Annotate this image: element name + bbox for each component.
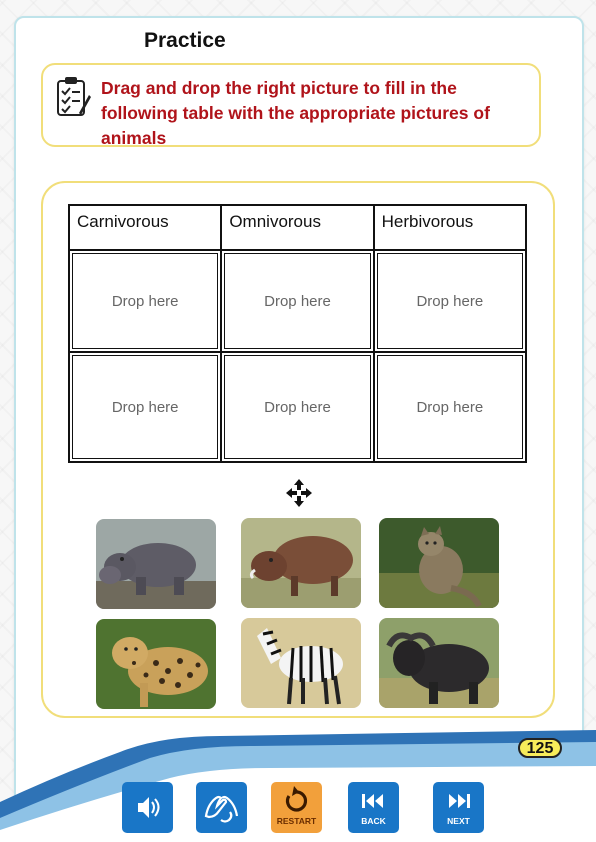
header-herbivorous: Herbivorous <box>372 204 528 251</box>
drop-zone-omnivorous-2[interactable]: Drop here <box>220 351 375 463</box>
leopard-image <box>96 619 216 709</box>
restart-icon <box>285 786 308 812</box>
drop-zone-herbivorous-2[interactable]: Drop here <box>372 351 528 463</box>
header-omnivorous: Omnivorous <box>220 204 375 251</box>
back-label: BACK <box>361 816 386 826</box>
back-button[interactable]: BACK <box>348 782 399 833</box>
buffalo-image <box>379 618 499 708</box>
table-row: Drop here Drop here Drop here <box>67 249 528 353</box>
speaker-icon <box>138 797 160 818</box>
leopard-picture[interactable] <box>96 619 216 709</box>
page-number-badge: 125 <box>518 738 562 758</box>
drop-zone-carnivorous-2[interactable]: Drop here <box>67 351 223 463</box>
sign-language-button[interactable] <box>196 782 247 833</box>
drop-zone-omnivorous-1[interactable]: Drop here <box>220 249 375 353</box>
sign-language-icon <box>204 795 239 823</box>
restart-button[interactable]: RESTART <box>271 782 322 833</box>
back-icon <box>362 794 383 808</box>
page-title: Practice <box>144 29 226 52</box>
buffalo-picture[interactable] <box>379 618 499 708</box>
restart-label: RESTART <box>276 816 317 826</box>
sound-button[interactable] <box>122 782 173 833</box>
table-row: Drop here Drop here Drop here <box>67 351 528 463</box>
drop-zone-herbivorous-1[interactable]: Drop here <box>372 249 528 353</box>
instruction-text: Drag and drop the right picture to fill … <box>101 78 490 148</box>
header-carnivorous: Carnivorous <box>67 204 223 251</box>
next-icon <box>449 794 470 808</box>
wildcat-picture[interactable] <box>379 518 499 608</box>
hippo-picture[interactable] <box>96 519 216 609</box>
next-button[interactable]: NEXT <box>433 782 484 833</box>
next-label: NEXT <box>447 816 470 826</box>
warthog-image <box>241 518 361 608</box>
move-icon[interactable] <box>283 478 315 508</box>
drop-zone-carnivorous-1[interactable]: Drop here <box>67 249 223 353</box>
checklist-icon <box>57 77 91 116</box>
table-header-row: Carnivorous Omnivorous Herbivorous <box>67 204 528 251</box>
zebra-image <box>241 618 361 708</box>
instruction-box: Drag and drop the right picture to fill … <box>41 63 541 148</box>
zebra-picture[interactable] <box>241 618 361 708</box>
wildcat-image <box>379 518 499 608</box>
classification-table: Carnivorous Omnivorous Herbivorous Drop … <box>67 204 528 463</box>
hippo-image <box>96 519 216 609</box>
warthog-picture[interactable] <box>241 518 361 608</box>
